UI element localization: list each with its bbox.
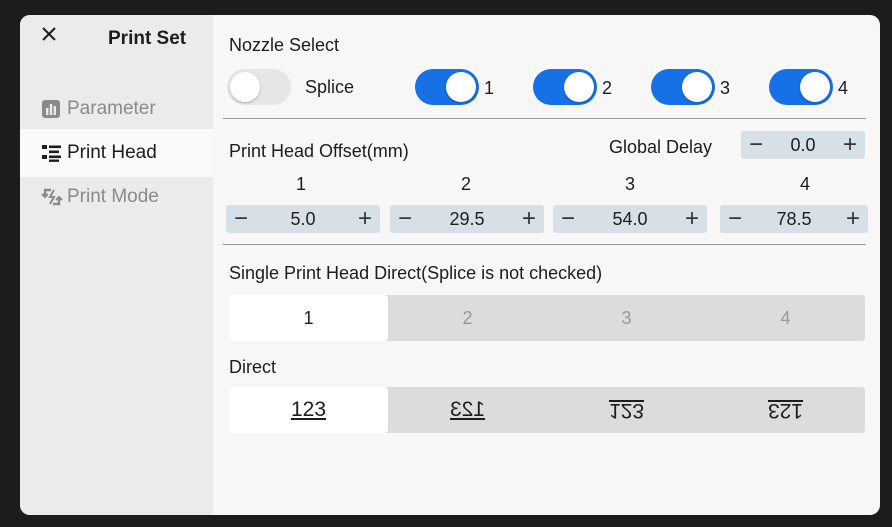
plus-button[interactable]: + — [838, 205, 868, 233]
direct-option-rotate-180[interactable]: 123 — [706, 387, 865, 433]
list-icon — [42, 145, 61, 162]
head-2-label: 2 — [460, 174, 471, 194]
head-3-offset-stepper: − 54.0 + — [553, 205, 707, 233]
direct-option-mirror-horizontal[interactable]: 123 — [388, 387, 547, 433]
plus-button[interactable]: + — [835, 131, 865, 159]
toggle-knob — [564, 72, 594, 102]
sidebar-item-print-mode[interactable]: Print Mode — [20, 173, 213, 221]
close-icon[interactable] — [40, 25, 58, 43]
splice-label: Splice — [305, 77, 355, 97]
minus-button[interactable]: − — [741, 131, 771, 159]
head-1-offset-stepper: − 5.0 + — [226, 205, 380, 233]
head-4-offset-value: 78.5 — [776, 208, 812, 229]
divider — [223, 118, 866, 119]
bar-chart-icon — [42, 100, 60, 118]
sidebar-item-label: Print Mode — [67, 186, 159, 207]
plus-button[interactable]: + — [350, 205, 380, 233]
direct-segmented-control: 123 123 123 123 — [229, 387, 865, 433]
head-3-label: 3 — [624, 174, 635, 194]
print-head-offset-title: Print Head Offset(mm) — [229, 141, 409, 161]
plus-button[interactable]: + — [514, 205, 544, 233]
global-delay-value: 0.0 — [790, 134, 816, 155]
head-1-offset-value: 5.0 — [290, 208, 316, 229]
sidebar: Print Set Parameter Print Head Print Mod… — [20, 15, 213, 515]
direct-option-normal[interactable]: 123 — [229, 387, 388, 433]
direct-option-label: 123 — [290, 398, 327, 421]
toggle-knob — [230, 72, 260, 102]
nozzle-4-toggle[interactable] — [769, 69, 833, 105]
sidebar-header: Print Set — [20, 15, 213, 65]
sidebar-item-parameter[interactable]: Parameter — [20, 85, 213, 133]
head-2-offset-stepper: − 29.5 + — [390, 205, 544, 233]
head-3-offset-value: 54.0 — [612, 208, 648, 229]
head-2-offset-value: 29.5 — [449, 208, 485, 229]
splice-toggle[interactable] — [227, 69, 291, 105]
swap-icon — [41, 188, 63, 206]
main-panel: Nozzle Select Splice 1 2 3 4 Print Head … — [213, 15, 880, 515]
direct-option-label: 123 — [767, 399, 804, 422]
minus-button[interactable]: − — [553, 205, 583, 233]
print-set-window: Print Set Parameter Print Head Print Mod… — [20, 15, 880, 515]
toggle-knob — [682, 72, 712, 102]
nozzle-1-toggle[interactable] — [415, 69, 479, 105]
nozzle-3-label: 3 — [720, 78, 731, 98]
nozzle-1-label: 1 — [484, 78, 495, 98]
nozzle-2-toggle[interactable] — [533, 69, 597, 105]
nozzle-3-toggle[interactable] — [651, 69, 715, 105]
toggle-knob — [446, 72, 476, 102]
minus-button[interactable]: − — [720, 205, 750, 233]
head-4-label: 4 — [799, 174, 810, 194]
direct-title: Direct — [229, 357, 277, 377]
direct-option-label: 123 — [449, 398, 486, 421]
single-head-segmented-control: 1 2 3 4 — [229, 295, 865, 341]
nozzle-2-label: 2 — [602, 78, 613, 98]
head-4-offset-stepper: − 78.5 + — [720, 205, 868, 233]
sidebar-item-label: Print Head — [67, 142, 157, 163]
nozzle-select-title: Nozzle Select — [229, 35, 340, 55]
sidebar-title: Print Set — [108, 28, 187, 49]
minus-button[interactable]: − — [226, 205, 256, 233]
single-head-option-1[interactable]: 1 — [229, 295, 388, 341]
sidebar-item-label: Parameter — [67, 98, 156, 119]
divider — [223, 244, 866, 245]
sidebar-item-print-head[interactable]: Print Head — [20, 129, 213, 177]
toggle-knob — [800, 72, 830, 102]
global-delay-label: Global Delay — [609, 137, 713, 157]
single-head-option-2[interactable]: 2 — [388, 295, 547, 341]
single-head-option-4[interactable]: 4 — [706, 295, 865, 341]
direct-option-label: 123 — [608, 399, 645, 422]
nozzle-4-label: 4 — [838, 78, 849, 98]
direct-option-mirror-vertical[interactable]: 123 — [547, 387, 706, 433]
head-1-label: 1 — [295, 174, 306, 194]
single-head-option-3[interactable]: 3 — [547, 295, 706, 341]
plus-button[interactable]: + — [677, 205, 707, 233]
global-delay-stepper: − 0.0 + — [741, 131, 865, 159]
minus-button[interactable]: − — [390, 205, 420, 233]
single-head-direct-title: Single Print Head Direct(Splice is not c… — [229, 263, 603, 283]
